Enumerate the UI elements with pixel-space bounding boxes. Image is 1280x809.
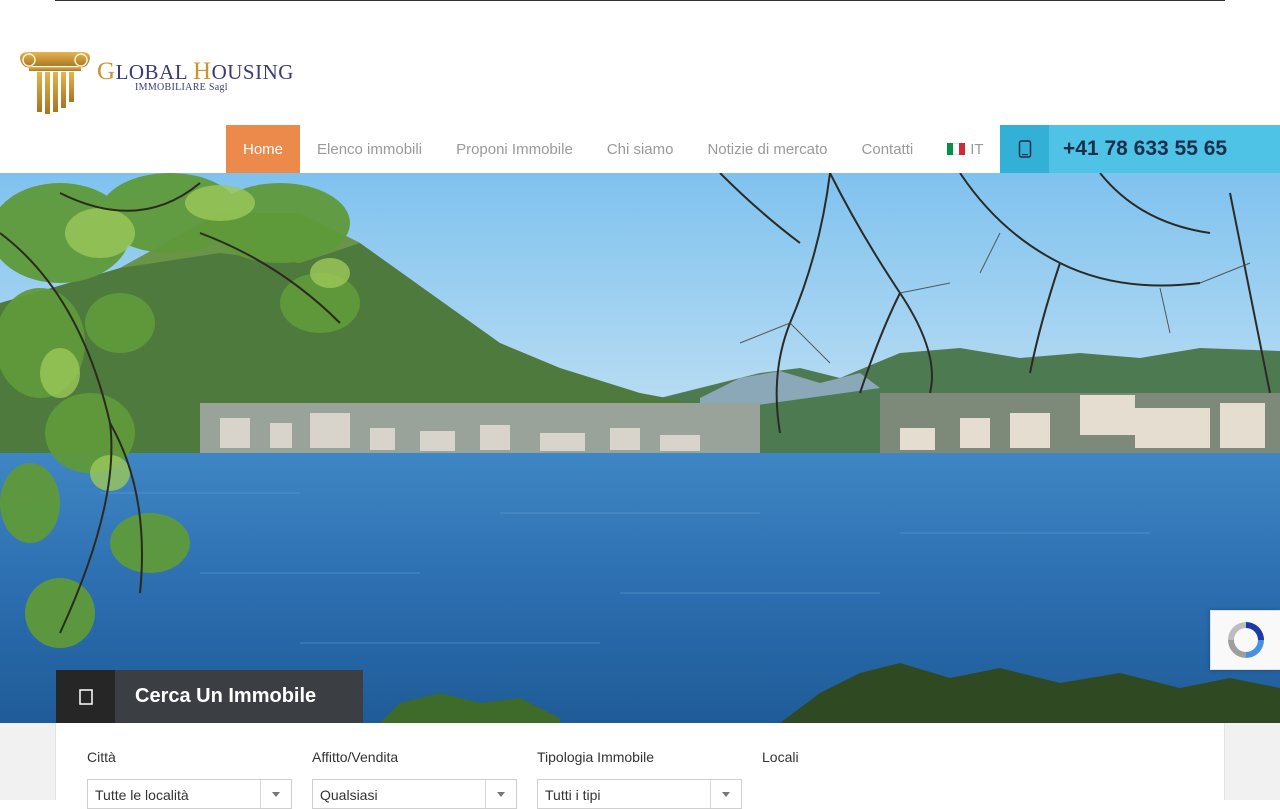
chevron-down-icon bbox=[710, 780, 741, 808]
citta-select[interactable]: Tutte le località bbox=[87, 779, 292, 809]
nav-item-chi-siamo[interactable]: Chi siamo bbox=[590, 125, 691, 173]
nav-item-notizie-di-mercato[interactable]: Notizie di mercato bbox=[690, 125, 844, 173]
site-logo[interactable]: GLOBAL HOUSING IMMOBILIARE Sagl bbox=[15, 48, 293, 118]
field-label-tipologia-immobile: Tipologia Immobile bbox=[537, 749, 654, 765]
nav-item-contatti[interactable]: Contatti bbox=[845, 125, 931, 173]
phone-number[interactable]: +41 78 633 55 65 bbox=[1063, 137, 1227, 161]
nav-item-proponi-immobile[interactable]: Proponi Immobile bbox=[439, 125, 590, 173]
chevron-down-icon bbox=[485, 780, 516, 808]
affitto-vendita-select[interactable]: Qualsiasi bbox=[312, 779, 517, 809]
logo-subtitle: IMMOBILIARE Sagl bbox=[135, 82, 228, 93]
chevron-down-icon bbox=[260, 780, 291, 808]
field-label-affitto-vendita: Affitto/Vendita bbox=[312, 749, 399, 765]
search-icon bbox=[56, 670, 115, 723]
field-tipologia-immobile: Tipologia Immobile Tutti i tipi bbox=[537, 749, 742, 809]
nav-item-home[interactable]: Home bbox=[226, 125, 301, 173]
field-affitto-vendita: Affitto/Vendita Qualsiasi bbox=[312, 749, 517, 809]
field-label-citta: Città bbox=[87, 749, 116, 765]
column-logo-icon bbox=[20, 52, 90, 114]
field-citta: Città Tutte le località bbox=[87, 749, 292, 809]
language-switcher[interactable]: IT bbox=[930, 125, 1000, 173]
tipologia-immobile-select[interactable]: Tutti i tipi bbox=[537, 779, 742, 809]
phone-icon bbox=[1000, 125, 1049, 173]
tipologia-immobile-select-value: Tutti i tipi bbox=[545, 787, 601, 803]
italy-flag-icon bbox=[947, 143, 966, 155]
field-label-locali: Locali bbox=[762, 749, 799, 765]
language-label: IT bbox=[970, 140, 984, 158]
field-locali: Locali bbox=[762, 749, 799, 765]
recaptcha-badge[interactable] bbox=[1210, 610, 1280, 670]
search-form-area: Città Tutte le località Affitto/Vendita … bbox=[0, 723, 1280, 809]
phone-contact[interactable]: +41 78 633 55 65 bbox=[1000, 125, 1280, 173]
search-tab[interactable]: Cerca Un Immobile bbox=[56, 670, 363, 723]
search-form: Città Tutte le località Affitto/Vendita … bbox=[55, 723, 1225, 809]
nav-item-elenco-immobili[interactable]: Elenco immobili bbox=[300, 125, 439, 173]
top-divider bbox=[55, 0, 1225, 1]
hero-image bbox=[0, 173, 1280, 723]
recaptcha-icon bbox=[1227, 622, 1264, 658]
affitto-vendita-select-value: Qualsiasi bbox=[320, 787, 378, 803]
citta-select-value: Tutte le località bbox=[95, 787, 189, 803]
search-tab-label: Cerca Un Immobile bbox=[115, 670, 363, 723]
main-nav: Home Elenco immobili Proponi Immobile Ch… bbox=[226, 125, 1001, 173]
